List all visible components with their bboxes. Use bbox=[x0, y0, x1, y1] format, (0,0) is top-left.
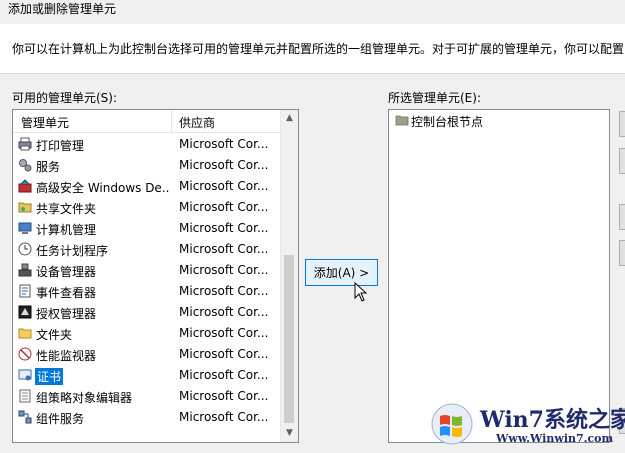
snapin-vendor: Microsoft Cor... bbox=[179, 368, 269, 382]
snapin-name: 共享文件夹 bbox=[36, 202, 97, 216]
device-manager-icon bbox=[18, 263, 32, 277]
snapin-name: 组策略对象编辑器 bbox=[36, 391, 133, 405]
column-header-vendor[interactable]: 供应商 bbox=[179, 114, 215, 131]
list-scrollbar[interactable]: ▲ ▼ bbox=[280, 110, 298, 442]
snapin-name: 组件服务 bbox=[36, 412, 85, 426]
watermark-url: Www.Winwin7.com bbox=[496, 432, 614, 445]
scroll-down-icon[interactable]: ▼ bbox=[281, 425, 298, 442]
clock-icon bbox=[18, 242, 32, 256]
snapin-vendor: Microsoft Cor... bbox=[179, 347, 269, 361]
firewall-icon bbox=[18, 179, 32, 193]
scroll-up-icon[interactable]: ▲ bbox=[281, 110, 298, 127]
list-item[interactable]: 计算机管理 Microsoft Cor... bbox=[13, 218, 281, 239]
event-viewer-icon bbox=[18, 284, 32, 298]
snapin-vendor: Microsoft Cor... bbox=[179, 242, 269, 256]
snapin-vendor: Microsoft Cor... bbox=[179, 263, 269, 277]
snapin-vendor: Microsoft Cor... bbox=[179, 284, 269, 298]
watermark-title: Win7系统之家 bbox=[480, 407, 625, 433]
list-item[interactable]: 高级安全 Windows De... Microsoft Cor... bbox=[13, 176, 281, 197]
certificate-icon bbox=[18, 368, 32, 382]
dialog-title: 添加或删除管理单元 bbox=[8, 2, 117, 16]
list-item[interactable]: 组策略对象编辑器 Microsoft Cor... bbox=[13, 386, 281, 407]
snapin-name: 服务 bbox=[36, 160, 61, 174]
performance-monitor-icon bbox=[18, 347, 32, 361]
selected-snapins-label: 所选管理单元(E): bbox=[388, 91, 481, 105]
snapin-vendor: Microsoft Cor... bbox=[179, 305, 269, 319]
available-snapins-list[interactable]: 管理单元 供应商 打印管理 Microsoft Cor... 服务 Microsoft… bbox=[12, 109, 299, 443]
selected-snapins-tree[interactable]: 控制台根节点 bbox=[388, 109, 610, 443]
side-button-4[interactable] bbox=[619, 240, 625, 266]
snapin-vendor: Microsoft Cor... bbox=[179, 326, 269, 340]
shared-folder-icon bbox=[18, 200, 32, 214]
windows-logo-icon bbox=[431, 403, 473, 445]
folder-icon bbox=[395, 115, 409, 126]
folder-icon bbox=[18, 326, 32, 340]
snapin-name: 事件查看器 bbox=[36, 286, 97, 300]
snapin-name: 文件夹 bbox=[36, 328, 73, 342]
list-item[interactable]: 性能监视器 Microsoft Cor... bbox=[13, 344, 281, 365]
printer-icon bbox=[18, 137, 32, 151]
snapin-vendor: Microsoft Cor... bbox=[179, 179, 269, 193]
snapin-vendor: Microsoft Cor... bbox=[179, 158, 269, 172]
snapin-name: 计算机管理 bbox=[36, 223, 97, 237]
side-button-1[interactable] bbox=[619, 111, 625, 137]
column-header-snapin[interactable]: 管理单元 bbox=[21, 114, 69, 131]
snapin-name: 证书 bbox=[35, 368, 64, 385]
snapin-vendor: Microsoft Cor... bbox=[179, 200, 269, 214]
separator bbox=[0, 73, 625, 74]
list-header: 管理单元 供应商 bbox=[13, 110, 281, 133]
snapin-name: 高级安全 Windows De... bbox=[36, 181, 170, 195]
list-item[interactable]: 共享文件夹 Microsoft Cor... bbox=[13, 197, 281, 218]
group-policy-icon bbox=[18, 389, 32, 403]
list-item[interactable]: 证书 Microsoft Cor... bbox=[13, 365, 281, 386]
snapin-vendor: Microsoft Cor... bbox=[179, 137, 269, 151]
console-root-node[interactable]: 控制台根节点 bbox=[411, 113, 483, 130]
list-item[interactable]: 服务 Microsoft Cor... bbox=[13, 155, 281, 176]
watermark: Win7系统之家 Www.Winwin7.com bbox=[430, 398, 625, 453]
authorization-icon bbox=[18, 305, 32, 319]
snapin-name: 设备管理器 bbox=[36, 265, 97, 279]
snapin-vendor: Microsoft Cor... bbox=[179, 410, 269, 424]
list-item[interactable]: 打印管理 Microsoft Cor... bbox=[13, 134, 281, 155]
column-divider[interactable] bbox=[171, 110, 172, 132]
side-button-3[interactable] bbox=[619, 204, 625, 230]
description-text: 你可以在计算机上为此控制台选择可用的管理单元并配置所选的一组管理单元。对于可扩展… bbox=[12, 42, 625, 56]
component-services-icon bbox=[18, 410, 32, 424]
list-item[interactable]: 设备管理器 Microsoft Cor... bbox=[13, 260, 281, 281]
list-item[interactable]: 文件夹 Microsoft Cor... bbox=[13, 323, 281, 344]
snapin-name: 性能监视器 bbox=[36, 349, 97, 363]
side-button-2[interactable] bbox=[619, 148, 625, 174]
mouse-pointer-icon bbox=[354, 282, 368, 302]
available-snapins-label: 可用的管理单元(S): bbox=[12, 91, 118, 105]
snapin-name: 授权管理器 bbox=[36, 307, 97, 321]
gears-icon bbox=[18, 158, 32, 172]
snapin-vendor: Microsoft Cor... bbox=[179, 389, 269, 403]
list-item[interactable]: 授权管理器 Microsoft Cor... bbox=[13, 302, 281, 323]
list-item[interactable]: 事件查看器 Microsoft Cor... bbox=[13, 281, 281, 302]
computer-management-icon bbox=[18, 221, 32, 235]
list-item[interactable]: 任务计划程序 Microsoft Cor... bbox=[13, 239, 281, 260]
snapin-vendor: Microsoft Cor... bbox=[179, 221, 269, 235]
list-item[interactable]: 组件服务 Microsoft Cor... bbox=[13, 407, 281, 428]
snapin-name: 任务计划程序 bbox=[36, 244, 109, 258]
snapin-name: 打印管理 bbox=[36, 139, 85, 153]
scroll-thumb[interactable] bbox=[284, 255, 294, 423]
